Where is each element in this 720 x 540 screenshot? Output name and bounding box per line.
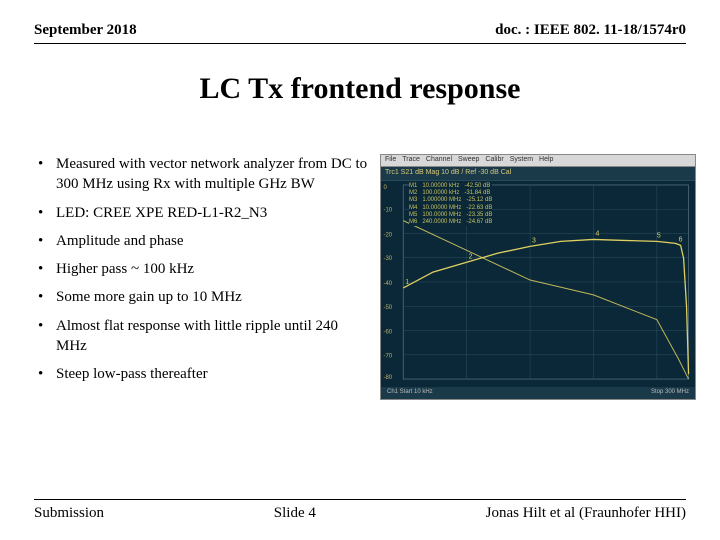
bullet-item: Amplitude and phase <box>34 231 372 251</box>
header-rule <box>34 43 686 44</box>
menu-item: Trace <box>402 156 420 165</box>
svg-text:5: 5 <box>657 232 661 239</box>
svg-text:1: 1 <box>405 279 409 286</box>
slide-footer: Submission Slide 4 Jonas Hilt et al (Fra… <box>34 505 686 522</box>
svg-text:-70: -70 <box>384 353 393 359</box>
bullet-item: Almost flat response with little ripple … <box>34 316 372 357</box>
bullet-list: Measured with vector network analyzer fr… <box>34 154 372 400</box>
footer-right: Jonas Hilt et al (Fraunhofer HHI) <box>486 505 686 522</box>
svg-text:0: 0 <box>384 185 388 191</box>
readout-row: M5 100.0000 MHz -23.35 dB <box>409 212 492 219</box>
menu-item: Calibr <box>485 156 503 165</box>
network-analyzer-screenshot: File Trace Channel Sweep Calibr System H… <box>380 154 696 400</box>
analyzer-footer: Ch1 Start 10 kHz Stop 300 MHz <box>381 387 695 399</box>
slide-content: Measured with vector network analyzer fr… <box>0 154 720 400</box>
bullet-item: Steep low-pass thereafter <box>34 364 372 384</box>
readout-row: M4 10.00000 MHz -22.63 dB <box>409 205 492 212</box>
svg-text:2: 2 <box>469 253 473 260</box>
svg-text:3: 3 <box>532 237 536 244</box>
readout-row: M2 100.0000 kHz -31.84 dB <box>409 190 492 197</box>
bullet-item: Some more gain up to 10 MHz <box>34 287 372 307</box>
menu-item: System <box>510 156 533 165</box>
svg-text:-80: -80 <box>384 375 393 381</box>
sweep-start: Ch1 Start 10 kHz <box>387 389 433 397</box>
analyzer-menubar: File Trace Channel Sweep Calibr System H… <box>381 155 695 167</box>
bullet-item: LED: CREE XPE RED-L1-R2_N3 <box>34 203 372 223</box>
marker-readout: M1 10.00000 kHz -42.50 dB M2 100.0000 kH… <box>409 183 492 226</box>
footer-left: Submission <box>34 505 104 522</box>
readout-row: M1 10.00000 kHz -42.50 dB <box>409 183 492 190</box>
menu-item: Channel <box>426 156 452 165</box>
svg-text:-40: -40 <box>384 281 393 287</box>
readout-row: M3 1.000000 MHz -25.12 dB <box>409 197 492 204</box>
header-date: September 2018 <box>34 22 137 39</box>
svg-text:-20: -20 <box>384 232 393 238</box>
chart-markers: 1 2 3 4 5 6 <box>405 230 682 286</box>
svg-text:4: 4 <box>595 230 599 237</box>
readout-row: M6 240.0000 MHz -24.67 dB <box>409 219 492 226</box>
footer-rule <box>34 499 686 500</box>
bullet-item: Higher pass ~ 100 kHz <box>34 259 372 279</box>
slide-header: September 2018 doc. : IEEE 802. 11-18/15… <box>0 0 720 43</box>
footer-center: Slide 4 <box>274 505 316 522</box>
header-doc-id: doc. : IEEE 802. 11-18/1574r0 <box>495 22 686 39</box>
svg-text:6: 6 <box>679 236 683 243</box>
svg-text:-10: -10 <box>384 208 393 214</box>
menu-item: File <box>385 156 396 165</box>
sweep-stop: Stop 300 MHz <box>651 389 689 397</box>
analyzer-toolbar: Trc1 S21 dB Mag 10 dB / Ref -30 dB Cal <box>381 167 695 181</box>
svg-text:-30: -30 <box>384 256 393 262</box>
amplitude-trace <box>403 239 688 374</box>
svg-text:-60: -60 <box>384 330 393 336</box>
svg-text:-50: -50 <box>384 305 393 311</box>
menu-item: Help <box>539 156 553 165</box>
slide-title: LC Tx frontend response <box>0 72 720 106</box>
menu-item: Sweep <box>458 156 479 165</box>
bullet-item: Measured with vector network analyzer fr… <box>34 154 372 195</box>
y-axis-labels: 0 -10 -20 -30 -40 -50 -60 -70 -80 <box>384 185 393 381</box>
